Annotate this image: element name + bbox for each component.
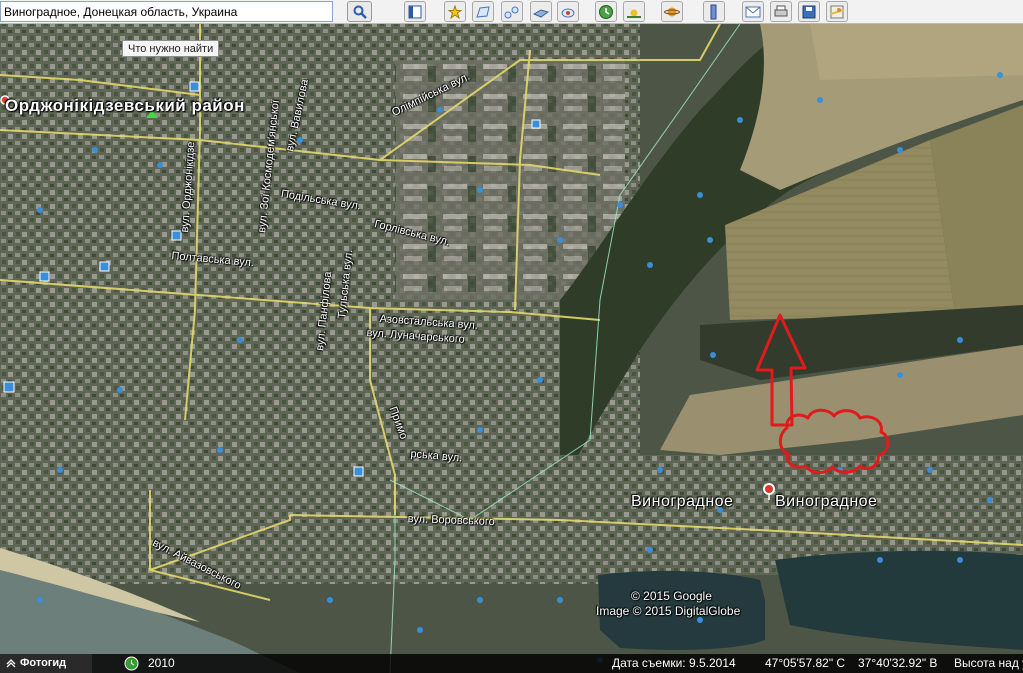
chevron-up-icon bbox=[6, 659, 16, 668]
district-label: Орджонікідзевський район bbox=[5, 96, 245, 115]
save-image-button[interactable] bbox=[798, 1, 820, 22]
record-tour-button[interactable] bbox=[557, 1, 579, 22]
city-label-1: Виноградное bbox=[631, 493, 734, 510]
ruler-button[interactable] bbox=[703, 1, 725, 22]
sunlight-button[interactable] bbox=[623, 1, 645, 22]
image-overlay-button[interactable] bbox=[530, 1, 552, 22]
historical-imagery-icon bbox=[599, 4, 613, 19]
path-icon bbox=[504, 6, 519, 18]
polygon-button[interactable] bbox=[472, 1, 494, 22]
record-tour-icon bbox=[561, 8, 575, 17]
image-overlay-icon bbox=[533, 8, 549, 18]
clock-icon bbox=[124, 656, 139, 671]
planets-button[interactable] bbox=[661, 1, 683, 22]
imagery-year[interactable]: 2010 bbox=[148, 656, 175, 670]
email-icon bbox=[745, 6, 761, 17]
search-input[interactable] bbox=[0, 1, 333, 22]
altitude-readout: Высота над у bbox=[954, 656, 1023, 670]
longitude-readout: 37°40'32.92" В bbox=[858, 656, 938, 670]
search-icon bbox=[353, 5, 367, 19]
latitude-readout: 47°05'57.82" С bbox=[765, 656, 846, 670]
tour-guide-button[interactable]: Фотогид bbox=[0, 654, 92, 673]
sidebar-button[interactable] bbox=[404, 1, 426, 22]
email-button[interactable] bbox=[742, 1, 764, 22]
search-button[interactable] bbox=[347, 1, 372, 22]
imagery-date: Дата съемки: 9.5.2014 bbox=[612, 656, 736, 670]
placemark-icon bbox=[448, 4, 462, 19]
sunlight-icon bbox=[627, 9, 641, 18]
search-tooltip: Что нужно найти bbox=[122, 40, 220, 57]
planets-icon bbox=[664, 7, 680, 16]
copyright-digitalglobe: Image © 2015 DigitalGlobe bbox=[596, 604, 741, 618]
path-button[interactable] bbox=[501, 1, 523, 22]
print-button[interactable] bbox=[770, 1, 792, 22]
sidebar-icon bbox=[408, 5, 422, 18]
placemark-button[interactable] bbox=[444, 1, 466, 22]
historical-imagery-button[interactable] bbox=[595, 1, 617, 22]
google-maps-icon bbox=[830, 5, 844, 18]
print-icon bbox=[774, 5, 788, 16]
tour-guide-label: Фотогид bbox=[20, 657, 67, 669]
copyright-google: © 2015 Google bbox=[631, 589, 712, 603]
save-image-icon bbox=[802, 5, 816, 18]
google-maps-button[interactable] bbox=[826, 1, 848, 22]
ruler-icon bbox=[710, 4, 717, 19]
toolbar bbox=[0, 0, 1023, 24]
polygon-icon bbox=[476, 5, 490, 18]
city-label-2: Виноградное bbox=[775, 493, 878, 510]
status-bar: 2010 Дата съемки: 9.5.2014 47°05'57.82" … bbox=[0, 654, 1023, 673]
